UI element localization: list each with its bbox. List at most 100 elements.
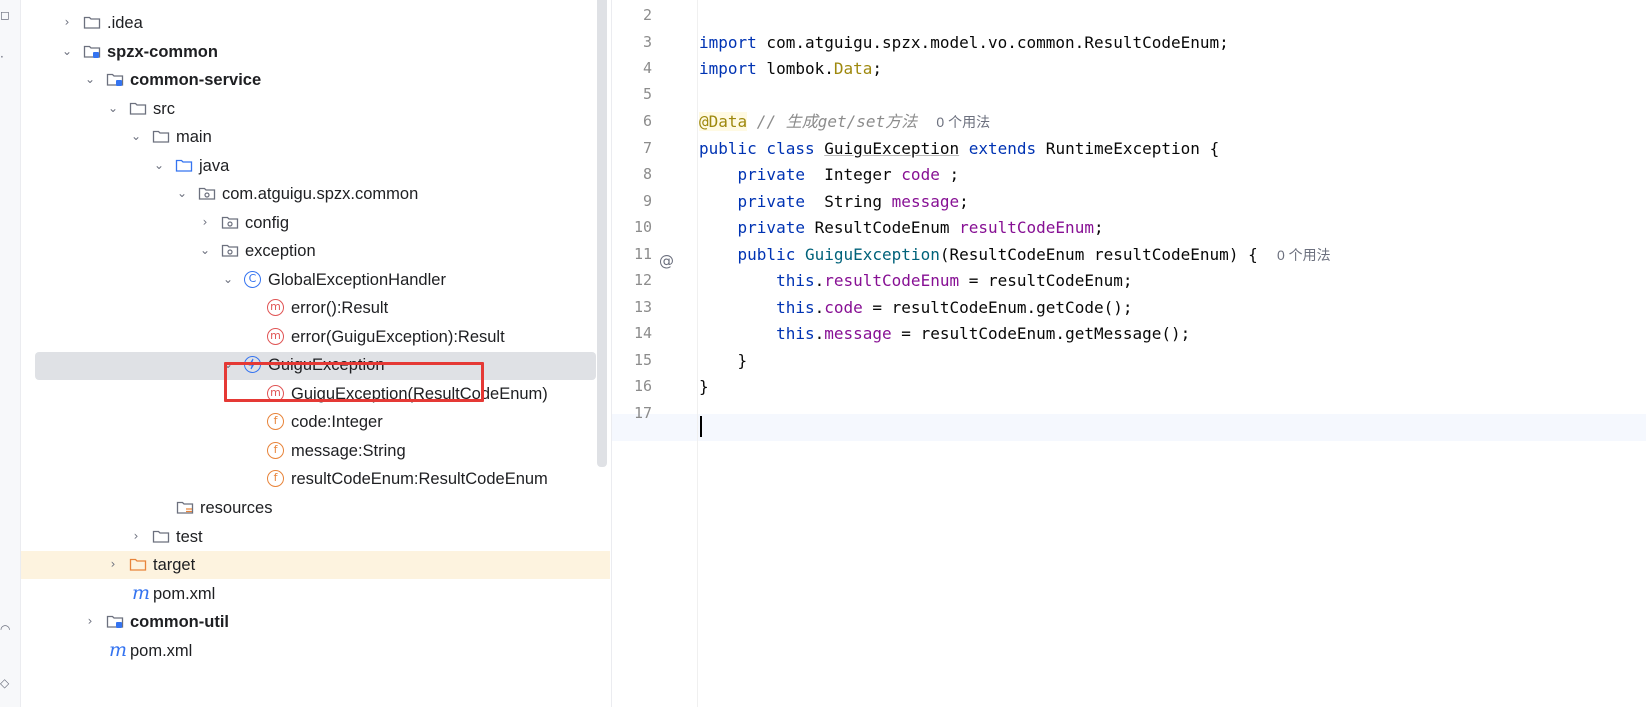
- line-number: 16: [633, 377, 652, 395]
- tool-icon[interactable]: ◻: [0, 8, 10, 22]
- tree-row-label: .idea: [107, 14, 143, 32]
- code-text: String: [804, 192, 892, 211]
- chevron-right-icon[interactable]: ›: [199, 216, 211, 228]
- tree-row-label: test: [176, 528, 203, 546]
- field-icon: f: [267, 442, 284, 459]
- module-folder-icon: [106, 613, 124, 631]
- tree-row-global-exception-handler[interactable]: ⌄ C GlobalExceptionHandler: [21, 266, 610, 294]
- chevron-down-icon[interactable]: ⌄: [222, 273, 234, 285]
- tree-row-config[interactable]: › config: [21, 209, 610, 237]
- chevron-down-icon[interactable]: ⌄: [176, 187, 188, 199]
- comment: // 生成get/set方法: [747, 112, 918, 131]
- tree-row-src[interactable]: ⌄ src: [21, 95, 610, 123]
- current-line-highlight: [612, 414, 1646, 441]
- tree-row-java[interactable]: ⌄ java: [21, 152, 610, 180]
- tree-row-field[interactable]: f resultCodeEnum:ResultCodeEnum: [21, 465, 610, 493]
- code-line-7: public class GuiguException extends Runt…: [699, 139, 1219, 159]
- chevron-right-icon[interactable]: ›: [61, 16, 73, 28]
- code-line-12: this.resultCodeEnum = resultCodeEnum;: [699, 271, 1132, 291]
- tree-row-resources[interactable]: resources: [21, 494, 610, 522]
- excluded-folder-icon: [129, 556, 147, 574]
- code-text: = resultCodeEnum.getMessage();: [891, 324, 1191, 343]
- field-name: code: [901, 165, 940, 184]
- code-text: }: [699, 377, 709, 396]
- tree-row-pom[interactable]: m pom.xml: [21, 637, 610, 665]
- tree-row-method[interactable]: m error():Result: [21, 294, 610, 322]
- tree-row-label: message:String: [291, 442, 406, 460]
- code-text: .: [814, 298, 825, 317]
- code-line-6: @Data // 生成get/set方法 0 个用法: [699, 112, 990, 132]
- project-tree: › .idea ⌄ spzx-common ⌄ common-service ⌄…: [21, 0, 610, 707]
- code-text: com.atguigu.spzx.model.vo.common.ResultC…: [756, 33, 1229, 52]
- implementation-gutter-icon[interactable]: @: [659, 252, 674, 270]
- tree-row-method[interactable]: m error(GuiguException):Result: [21, 323, 610, 351]
- tree-scrollbar[interactable]: [597, 0, 607, 467]
- source-folder-icon: [175, 157, 193, 175]
- tree-row-target[interactable]: › target: [21, 551, 610, 579]
- folder-icon: [129, 100, 147, 118]
- tree-row-test[interactable]: › test: [21, 523, 610, 551]
- field-icon: f: [267, 413, 284, 430]
- code-line-3: import com.atguigu.spzx.model.vo.common.…: [699, 33, 1229, 53]
- code-line-13: this.code = resultCodeEnum.getCode();: [699, 298, 1132, 318]
- tree-row-label: common-util: [130, 613, 229, 631]
- tree-row-label: java: [199, 157, 230, 175]
- code-line-10: private ResultCodeEnum resultCodeEnum;: [699, 218, 1104, 238]
- tree-row-common-util[interactable]: › common-util: [21, 608, 610, 636]
- constructor-name: GuiguException: [804, 245, 940, 264]
- class-icon: C: [244, 271, 261, 288]
- tree-row-exception[interactable]: ⌄ exception: [21, 237, 610, 265]
- tree-row-label: main: [176, 128, 212, 146]
- class-name: GuiguException: [824, 139, 960, 158]
- module-folder-icon: [106, 71, 124, 89]
- code-line-15: }: [699, 351, 748, 371]
- chevron-down-icon[interactable]: ⌄: [153, 159, 165, 171]
- tree-row-package[interactable]: ⌄ com.atguigu.spzx.common: [21, 180, 610, 208]
- line-number: 4: [642, 59, 652, 77]
- folder-icon: [152, 528, 170, 546]
- chevron-down-icon[interactable]: ⌄: [199, 244, 211, 256]
- tool-icon[interactable]: ·: [0, 50, 4, 64]
- chevron-down-icon[interactable]: ⌄: [130, 130, 142, 142]
- usage-hint[interactable]: 0 个用法: [936, 114, 990, 130]
- chevron-right-icon[interactable]: ›: [84, 615, 96, 627]
- tree-row-main[interactable]: ⌄ main: [21, 123, 610, 151]
- maven-icon: m: [132, 582, 151, 604]
- tree-row-pom[interactable]: m pom.xml: [21, 580, 610, 608]
- tree-row-spzx-common[interactable]: ⌄ spzx-common: [21, 38, 610, 66]
- keyword: import: [699, 33, 757, 52]
- usage-hint[interactable]: 0 个用法: [1277, 247, 1331, 263]
- method-icon: m: [267, 328, 284, 345]
- chevron-right-icon[interactable]: ›: [107, 558, 119, 570]
- tree-row-idea[interactable]: › .idea: [21, 9, 610, 37]
- line-number: 3: [642, 33, 652, 51]
- tree-row-common-service[interactable]: ⌄ common-service: [21, 66, 610, 94]
- tree-row-label: pom.xml: [130, 642, 193, 660]
- line-number: 13: [633, 298, 652, 316]
- code-editor[interactable]: [612, 0, 1646, 707]
- tree-row-label: exception: [245, 242, 316, 260]
- code-text: }: [737, 351, 748, 370]
- tool-icon[interactable]: ◠: [0, 622, 10, 636]
- line-number: 11: [633, 245, 652, 263]
- code-text: = resultCodeEnum.getCode();: [862, 298, 1133, 317]
- package-icon: [198, 185, 216, 203]
- chevron-down-icon[interactable]: ⌄: [61, 45, 73, 57]
- chevron-right-icon[interactable]: ›: [130, 530, 142, 542]
- left-tool-strip: ◻ · ◠ ◇: [0, 0, 21, 707]
- field-icon: f: [267, 470, 284, 487]
- code-text: .: [814, 324, 825, 343]
- code-text: ;: [939, 165, 960, 184]
- keyword: this: [776, 271, 815, 290]
- keyword: this: [776, 324, 815, 343]
- tree-row-field[interactable]: f code:Integer: [21, 408, 610, 436]
- chevron-down-icon[interactable]: ⌄: [107, 102, 119, 114]
- tree-row-field[interactable]: f message:String: [21, 437, 610, 465]
- code-text: ;: [1093, 218, 1104, 237]
- tool-icon[interactable]: ◇: [0, 676, 9, 690]
- code-line-16: }: [699, 377, 709, 397]
- chevron-down-icon[interactable]: ⌄: [84, 73, 96, 85]
- highlight-box: [224, 362, 484, 402]
- keyword: public: [737, 245, 796, 264]
- tree-row-label: code:Integer: [291, 413, 383, 431]
